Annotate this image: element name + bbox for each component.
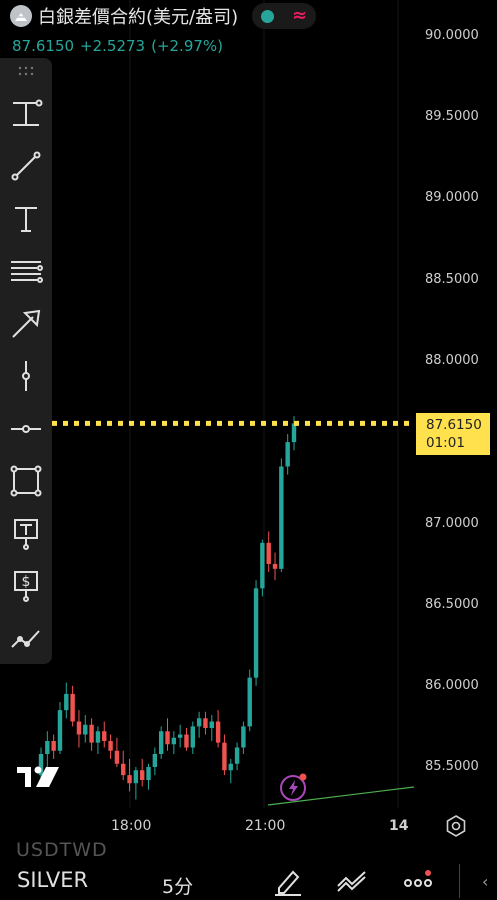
candle-body [279, 466, 284, 569]
candle-body [171, 737, 177, 745]
drawing-toolbar: $ [0, 58, 52, 664]
draw-pen-icon[interactable] [271, 864, 305, 898]
candle-body [215, 721, 221, 743]
chart-grid [129, 0, 399, 808]
tradingview-logo-icon[interactable] [16, 764, 60, 790]
candle-body [95, 731, 101, 743]
status-pill[interactable]: ≈ [252, 3, 317, 29]
candle-body [76, 721, 82, 735]
header: 白銀差價合約(美元/盎司) ≈ [10, 3, 317, 29]
indicators-icon[interactable] [335, 864, 369, 898]
horizontal-lines-icon[interactable] [8, 253, 44, 289]
vertical-line-icon[interactable] [8, 358, 44, 394]
candle-body [57, 710, 63, 751]
current-price-badge: 87.6150 01:01 [416, 413, 490, 455]
settings-icon[interactable] [444, 814, 468, 838]
price-axis-label: 89.0000 [425, 190, 479, 205]
text-tool-icon[interactable] [8, 201, 44, 237]
candle-body [102, 731, 107, 742]
bottom-separator [459, 864, 460, 898]
price-axis-label: 88.5000 [425, 272, 479, 287]
candle-body [121, 763, 126, 776]
candle-body [114, 750, 120, 764]
candle-body [234, 747, 240, 764]
time-axis-label: 14 [389, 818, 409, 834]
interval-selector[interactable]: 5分 [162, 872, 193, 899]
countdown-timer: 01:01 [426, 435, 465, 451]
candle-body [158, 731, 164, 755]
candle-body [146, 767, 151, 780]
bottom-symbol[interactable]: SILVER [17, 868, 88, 892]
text-note-icon[interactable] [8, 516, 44, 552]
price-axis-label: 86.5000 [425, 597, 479, 612]
candle-body [89, 724, 94, 743]
market-open-dot-icon [261, 9, 275, 23]
last-price: 87.6150 [12, 37, 75, 55]
ghost-symbol-text: USDTWD [16, 839, 108, 861]
price-axis-label: 86.0000 [425, 678, 479, 693]
candle-body [190, 726, 195, 748]
cross-line-tool-icon[interactable] [8, 96, 44, 132]
candles [38, 416, 297, 800]
price-change: +2.5273 [80, 37, 146, 55]
price-label-icon[interactable]: $ [8, 568, 44, 604]
candle-body [83, 724, 88, 735]
price-axis-label: 90.0000 [425, 28, 479, 43]
candle-body [228, 763, 233, 771]
candle-body [152, 754, 158, 767]
candle-body [196, 718, 202, 727]
time-axis-label: 21:00 [245, 818, 286, 834]
arrow-tool-icon[interactable] [8, 306, 44, 342]
price-axis-label: 89.5000 [425, 109, 479, 124]
candle-body [140, 770, 145, 780]
current-price-value: 87.6150 [426, 417, 482, 433]
candle-body [133, 770, 139, 784]
silver-coin-icon[interactable] [10, 5, 32, 27]
quote-line: 87.6150 +2.5273 (+2.97%) [12, 37, 229, 55]
price-axis-label: 88.0000 [425, 353, 479, 368]
candle-body [184, 734, 189, 748]
candle-body [70, 693, 75, 722]
horizontal-ray-icon[interactable] [8, 411, 44, 447]
lightning-alert-icon[interactable] [279, 772, 309, 802]
price-change-pct: (+2.97%) [151, 37, 224, 55]
candle-body [241, 726, 246, 748]
candle-body [272, 563, 278, 569]
price-axis-label: 87.0000 [425, 516, 479, 531]
price-axis-label: 85.5000 [425, 759, 479, 774]
candle-body [165, 731, 170, 745]
candle-body [127, 775, 132, 784]
candle-body [266, 542, 271, 564]
candle-body [45, 741, 50, 755]
candle-body [177, 734, 183, 738]
symbol-title[interactable]: 白銀差價合約(美元/盎司) [38, 3, 238, 29]
svg-text:$: $ [22, 574, 31, 590]
candle-body [285, 442, 290, 467]
rectangle-tool-icon[interactable] [8, 463, 44, 499]
more-icon[interactable] [401, 864, 435, 898]
candle-body [291, 423, 297, 443]
trend-line-icon[interactable] [8, 148, 44, 184]
candle-body [51, 741, 56, 751]
candle-body [247, 677, 252, 727]
path-tool-icon[interactable] [8, 621, 44, 657]
candle-body [203, 718, 208, 729]
candle-body [64, 693, 69, 711]
time-axis-label: 18:00 [111, 818, 152, 834]
candle-body [260, 542, 265, 589]
chevron-left-icon[interactable]: ‹ [482, 872, 488, 891]
candle-body [209, 721, 214, 729]
candle-body [222, 742, 227, 771]
grip-handle-icon[interactable] [18, 66, 34, 76]
candle-body [108, 741, 113, 751]
wave-icon: ≈ [292, 5, 308, 26]
candle-body [253, 588, 259, 678]
